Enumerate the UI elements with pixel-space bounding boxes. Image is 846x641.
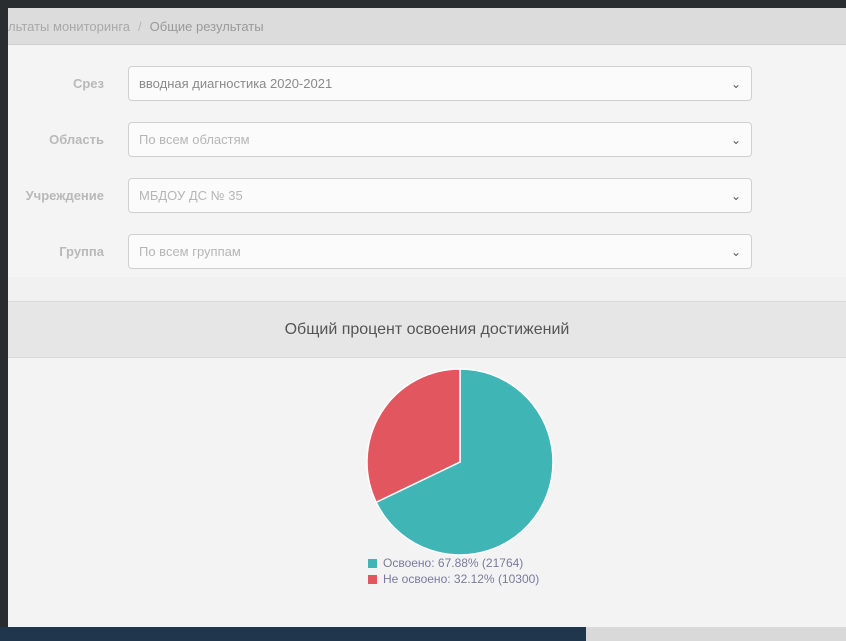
- oblast-select[interactable]: По всем областям ⌄: [128, 122, 752, 157]
- breadcrumb-parent-link[interactable]: льтаты мониторинга: [8, 19, 130, 34]
- filter-row-srez: Срез вводная диагностика 2020-2021 ⌄: [8, 65, 846, 102]
- chevron-down-icon: ⌄: [730, 76, 741, 91]
- gruppa-select[interactable]: По всем группам ⌄: [128, 234, 752, 269]
- oblast-select-value: По всем областям: [139, 132, 250, 147]
- legend-item-osvoeno[interactable]: Освоено: 67.88% (21764): [368, 556, 539, 570]
- breadcrumb-current: Общие результаты: [149, 18, 264, 34]
- chevron-down-icon: ⌄: [730, 188, 741, 203]
- filter-label-uchrezhdenie: Учреждение: [25, 188, 104, 203]
- filter-row-gruppa: Группа По всем группам ⌄: [8, 233, 846, 270]
- chart-title: Общий процент освоения достижений: [284, 320, 570, 338]
- srez-select[interactable]: вводная диагностика 2020-2021 ⌄: [128, 66, 752, 101]
- chevron-down-icon: ⌄: [730, 132, 741, 147]
- browser-viewport: льтаты мониторинга / Общие результаты Ср…: [8, 8, 846, 630]
- filter-row-oblast: Область По всем областям ⌄: [8, 121, 846, 158]
- chart-legend: Освоено: 67.88% (21764) Не освоено: 32.1…: [368, 556, 539, 588]
- legend-label-osvoeno: Освоено: 67.88% (21764): [383, 556, 524, 570]
- legend-item-ne-osvoeno[interactable]: Не освоено: 32.12% (10300): [368, 572, 539, 586]
- legend-swatch-teal: [368, 558, 377, 568]
- uchrezhdenie-select[interactable]: МБДОУ ДС № 35 ⌄: [128, 178, 752, 213]
- taskbar-tray: [586, 627, 846, 641]
- filter-label-gruppa: Группа: [59, 244, 104, 259]
- uchrezhdenie-select-value: МБДОУ ДС № 35: [139, 188, 243, 203]
- filter-label-srez: Срез: [72, 76, 104, 91]
- breadcrumb-separator: /: [138, 18, 142, 34]
- filter-label-oblast: Область: [49, 132, 104, 147]
- chart-panel-header: Общий процент освоения достижений: [8, 301, 846, 358]
- filter-form: Срез вводная диагностика 2020-2021 ⌄ Обл…: [8, 45, 846, 277]
- srez-select-value: вводная диагностика 2020-2021: [139, 76, 333, 91]
- chart-panel: Освоено: 67.88% (21764) Не освоено: 32.1…: [8, 358, 846, 628]
- legend-label-ne-osvoeno: Не освоено: 32.12% (10300): [383, 572, 540, 586]
- os-taskbar: [0, 627, 846, 641]
- legend-swatch-red: [368, 574, 377, 584]
- gruppa-select-value: По всем группам: [139, 244, 241, 259]
- chevron-down-icon: ⌄: [730, 244, 741, 259]
- breadcrumb: льтаты мониторинга / Общие результаты: [8, 8, 846, 45]
- filter-row-uchrezhdenie: Учреждение МБДОУ ДС № 35 ⌄: [8, 177, 846, 214]
